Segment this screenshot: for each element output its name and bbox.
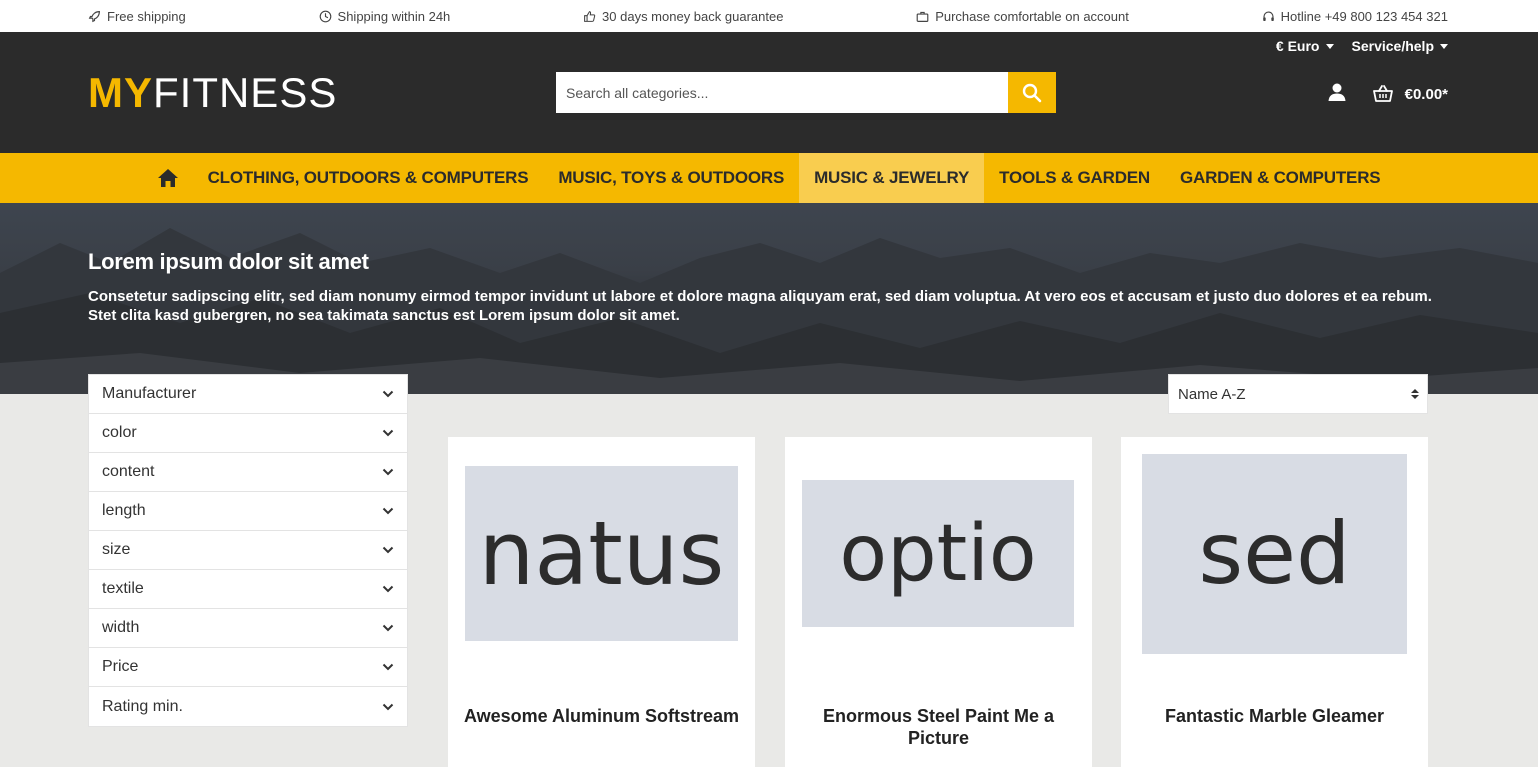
header-top-links: € Euro Service/help bbox=[1276, 38, 1448, 54]
chevron-down-icon bbox=[382, 663, 394, 671]
cart-button[interactable]: €0.00* bbox=[1372, 85, 1448, 103]
select-arrows-icon bbox=[1411, 389, 1419, 399]
filter-label: size bbox=[102, 541, 131, 558]
chevron-down-icon bbox=[382, 624, 394, 632]
currency-label: € Euro bbox=[1275, 38, 1320, 54]
site-header: € Euro Service/help MYFITNESS €0.00* bbox=[0, 32, 1538, 153]
product-name[interactable]: Awesome Aluminum Softstream bbox=[458, 705, 745, 727]
thumbs-up-icon bbox=[584, 10, 596, 22]
filter-rating-min[interactable]: Rating min. bbox=[89, 687, 407, 726]
nav-item-tools-garden[interactable]: TOOLS & GARDEN bbox=[984, 153, 1165, 203]
usp-shipping-24h-text: Shipping within 24h bbox=[337, 8, 451, 24]
product-image[interactable]: sed bbox=[1142, 454, 1407, 654]
filter-size[interactable]: size bbox=[89, 531, 407, 570]
clock-icon bbox=[319, 10, 331, 22]
product-name[interactable]: Fantastic Marble Gleamer bbox=[1131, 705, 1418, 727]
product-image-text: natus bbox=[478, 502, 725, 605]
chevron-down-icon bbox=[382, 390, 394, 398]
sort-selected-value: Name A-Z bbox=[1178, 385, 1246, 403]
search-button[interactable] bbox=[1008, 72, 1056, 113]
filter-panel: Manufacturer color content length size t… bbox=[88, 374, 408, 727]
filter-width[interactable]: width bbox=[89, 609, 407, 648]
briefcase-icon bbox=[916, 11, 929, 22]
nav-item-clothing-outdoors-computers[interactable]: CLOTHING, OUTDOORS & COMPUTERS bbox=[193, 153, 544, 203]
currency-dropdown[interactable]: € Euro bbox=[1276, 38, 1334, 54]
filter-content[interactable]: content bbox=[89, 453, 407, 492]
usp-account-text: Purchase comfortable on account bbox=[935, 8, 1129, 24]
site-logo[interactable]: MYFITNESS bbox=[88, 72, 337, 114]
chevron-down-icon bbox=[1325, 43, 1334, 49]
filter-price[interactable]: Price bbox=[89, 648, 407, 687]
chevron-down-icon bbox=[382, 468, 394, 476]
hero-description: Consetetur sadipscing elitr, sed diam no… bbox=[88, 288, 1432, 324]
filter-label: content bbox=[102, 463, 155, 480]
product-name[interactable]: Enormous Steel Paint Me a Picture bbox=[795, 705, 1082, 749]
hero-title: Lorem ipsum dolor sit amet bbox=[88, 249, 369, 274]
chevron-down-icon bbox=[382, 507, 394, 515]
nav-item-music-jewelry[interactable]: MUSIC & JEWELRY bbox=[799, 153, 985, 203]
search-input[interactable] bbox=[556, 72, 1008, 113]
cart-total: €0.00* bbox=[1404, 85, 1448, 103]
header-actions: €0.00* bbox=[1327, 82, 1448, 106]
filter-label: length bbox=[102, 502, 146, 519]
filter-color[interactable]: color bbox=[89, 414, 407, 453]
main-navigation: CLOTHING, OUTDOORS & COMPUTERS MUSIC, TO… bbox=[0, 153, 1538, 203]
product-card[interactable]: sed Fantastic Marble Gleamer bbox=[1121, 437, 1428, 767]
search-icon bbox=[1022, 83, 1042, 102]
usp-bar: Free shipping Shipping within 24h 30 day… bbox=[0, 0, 1538, 32]
account-button[interactable] bbox=[1327, 82, 1347, 106]
nav-item-music-toys-outdoors[interactable]: MUSIC, TOYS & OUTDOORS bbox=[543, 153, 799, 203]
filter-label: color bbox=[102, 424, 137, 441]
filter-label: Manufacturer bbox=[102, 385, 197, 402]
basket-icon bbox=[1372, 85, 1393, 102]
product-card[interactable]: optio Enormous Steel Paint Me a Picture bbox=[785, 437, 1092, 767]
chevron-down-icon bbox=[1440, 43, 1448, 49]
logo-rest: FITNESS bbox=[153, 69, 338, 116]
usp-hotline: Hotline +49 800 123 454 321 bbox=[1262, 9, 1448, 24]
usp-hotline-text: Hotline +49 800 123 454 321 bbox=[1280, 8, 1448, 24]
filter-textile[interactable]: textile bbox=[89, 570, 407, 609]
logo-accent: MY bbox=[88, 69, 153, 116]
usp-money-back: 30 days money back guarantee bbox=[583, 9, 783, 24]
usp-money-back-text: 30 days money back guarantee bbox=[602, 8, 784, 24]
chevron-down-icon bbox=[382, 429, 394, 437]
chevron-down-icon bbox=[382, 585, 394, 593]
rocket-icon bbox=[88, 10, 100, 22]
headset-icon bbox=[1262, 10, 1274, 21]
user-icon bbox=[1328, 83, 1346, 101]
product-image[interactable]: natus bbox=[465, 466, 738, 641]
usp-free-shipping: Free shipping bbox=[88, 9, 186, 24]
usp-account: Purchase comfortable on account bbox=[916, 9, 1129, 24]
service-label: Service/help bbox=[1351, 38, 1435, 54]
filter-label: Rating min. bbox=[102, 697, 183, 715]
product-card[interactable]: natus Awesome Aluminum Softstream bbox=[448, 437, 755, 767]
home-icon bbox=[157, 169, 178, 187]
filter-label: Price bbox=[102, 658, 139, 675]
product-image-text: optio bbox=[839, 508, 1037, 599]
chevron-down-icon bbox=[382, 703, 394, 710]
filter-length[interactable]: length bbox=[89, 492, 407, 531]
filter-manufacturer[interactable]: Manufacturer bbox=[89, 375, 407, 414]
chevron-down-icon bbox=[382, 546, 394, 554]
product-image[interactable]: optio bbox=[802, 480, 1074, 627]
category-hero-banner: Lorem ipsum dolor sit amet Consetetur sa… bbox=[0, 203, 1538, 394]
search-form bbox=[556, 72, 1056, 113]
nav-home[interactable] bbox=[143, 153, 193, 203]
usp-free-shipping-text: Free shipping bbox=[107, 8, 186, 24]
nav-item-garden-computers[interactable]: GARDEN & COMPUTERS bbox=[1165, 153, 1395, 203]
filter-label: textile bbox=[102, 580, 144, 597]
sort-select[interactable]: Name A-Z bbox=[1168, 374, 1428, 414]
usp-shipping-24h: Shipping within 24h bbox=[319, 8, 451, 24]
service-dropdown[interactable]: Service/help bbox=[1351, 38, 1448, 54]
product-image-text: sed bbox=[1198, 504, 1351, 604]
filter-label: width bbox=[102, 619, 140, 636]
